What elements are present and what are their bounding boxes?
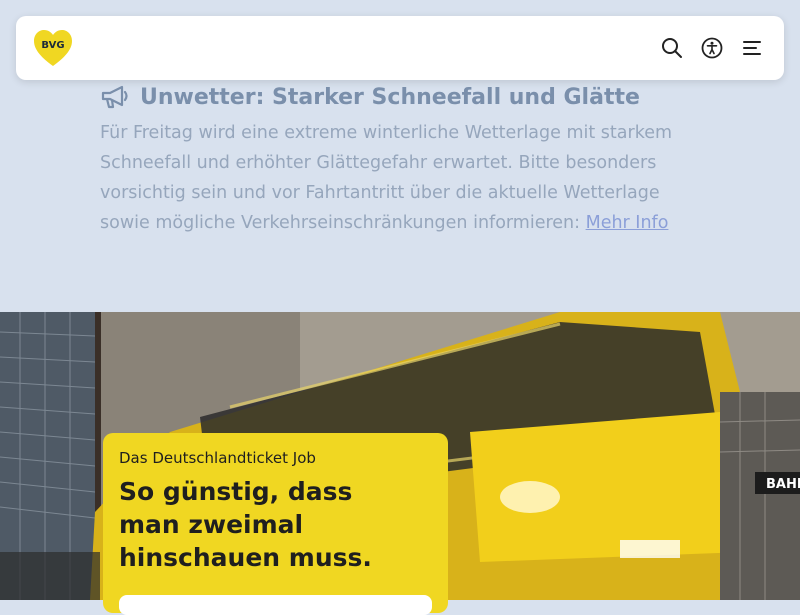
promo-kicker: Das Deutschlandticket Job <box>119 449 316 467</box>
alert-title-row: Unwetter: Starker Schneefall und Glätte <box>100 82 700 112</box>
promo-headline: So günstig, dass man zweimal hinschauen … <box>119 477 372 572</box>
accessibility-button[interactable] <box>700 36 724 60</box>
accessibility-icon <box>701 37 723 59</box>
megaphone-icon <box>101 85 128 109</box>
weather-alert: Unwetter: Starker Schneefall und Glätte … <box>100 82 700 238</box>
bvg-logo[interactable]: BVG <box>32 28 74 68</box>
search-button[interactable] <box>660 36 684 60</box>
alert-title: Unwetter: Starker Schneefall und Glätte <box>140 84 640 110</box>
logo-text: BVG <box>41 40 65 51</box>
promo-cta-button[interactable] <box>119 595 432 615</box>
site-header: BVG <box>16 16 784 80</box>
alert-body: Für Freitag wird eine extreme winterlich… <box>100 118 700 238</box>
search-icon <box>662 38 682 58</box>
menu-icon <box>743 41 761 55</box>
menu-button[interactable] <box>740 36 764 60</box>
station-sign-text: BAHN <box>766 477 800 492</box>
promo-card[interactable]: Das Deutschlandticket Job So günstig, da… <box>103 433 448 615</box>
more-info-link[interactable]: Mehr Info <box>586 213 669 233</box>
